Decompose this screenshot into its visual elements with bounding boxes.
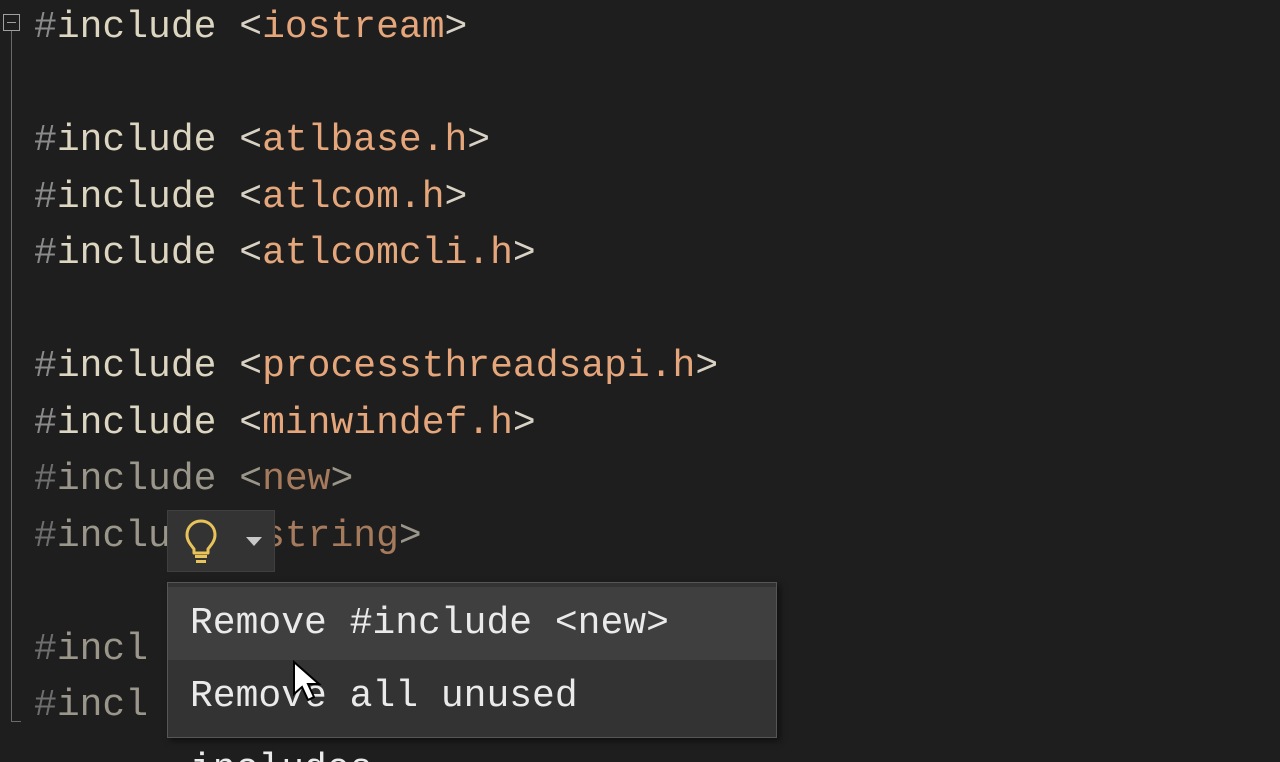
hash-token: # bbox=[34, 402, 57, 445]
directive-token: include bbox=[57, 176, 217, 219]
directive-token: include bbox=[57, 402, 217, 445]
directive-token: incl bbox=[57, 684, 148, 727]
directive-token: include bbox=[57, 345, 217, 388]
angle-close: > bbox=[513, 402, 536, 445]
code-editor[interactable]: #include <iostream> #include <atlbase.h>… bbox=[0, 0, 1280, 762]
hash-token: # bbox=[34, 176, 57, 219]
header-token: atlcomcli.h bbox=[262, 232, 513, 275]
angle-close: > bbox=[399, 515, 422, 558]
angle-close: > bbox=[445, 176, 468, 219]
quick-actions-menu: Remove #include <new> Remove all unused … bbox=[167, 582, 777, 738]
header-token: new bbox=[262, 458, 330, 501]
header-token: atlbase.h bbox=[262, 119, 467, 162]
angle-open: < bbox=[216, 402, 262, 445]
code-line-blank[interactable] bbox=[34, 283, 718, 340]
code-line-unused[interactable]: #include <new> bbox=[34, 452, 718, 509]
minus-icon bbox=[7, 22, 16, 23]
hash-token: # bbox=[34, 6, 57, 49]
menu-item-label: Remove #include <new> bbox=[190, 602, 669, 645]
code-line[interactable]: #include <atlbase.h> bbox=[34, 113, 718, 170]
hash-token: # bbox=[34, 119, 57, 162]
lightbulb-icon bbox=[168, 511, 234, 571]
code-line-unused[interactable]: #include <string> bbox=[34, 509, 718, 566]
hash-token: # bbox=[34, 628, 57, 671]
hash-token: # bbox=[34, 684, 57, 727]
angle-close: > bbox=[695, 345, 718, 388]
gutter bbox=[0, 0, 30, 762]
angle-open: < bbox=[216, 6, 262, 49]
code-line[interactable]: #include <iostream> bbox=[34, 0, 718, 57]
quick-action-remove-all[interactable]: Remove all unused includes bbox=[168, 660, 776, 733]
menu-item-label: Remove all unused includes bbox=[190, 675, 578, 762]
angle-close: > bbox=[330, 458, 353, 501]
quick-action-remove-single[interactable]: Remove #include <new> bbox=[168, 587, 776, 660]
fold-guide-line bbox=[11, 31, 12, 721]
directive-token: include bbox=[57, 119, 217, 162]
angle-open: < bbox=[216, 176, 262, 219]
fold-collapse-icon[interactable] bbox=[3, 14, 20, 31]
code-line-blank[interactable] bbox=[34, 57, 718, 114]
chevron-down-icon bbox=[234, 511, 274, 571]
directive-token: include bbox=[57, 232, 217, 275]
header-token: string bbox=[262, 515, 399, 558]
hash-token: # bbox=[34, 345, 57, 388]
directive-token: include bbox=[57, 458, 217, 501]
directive-token: include bbox=[57, 6, 217, 49]
angle-open: < bbox=[216, 345, 262, 388]
code-line[interactable]: #include <minwindef.h> bbox=[34, 396, 718, 453]
hash-token: # bbox=[34, 515, 57, 558]
angle-close: > bbox=[467, 119, 490, 162]
angle-open: < bbox=[216, 119, 262, 162]
angle-close: > bbox=[513, 232, 536, 275]
directive-token: incl bbox=[57, 628, 148, 671]
header-token: minwindef.h bbox=[262, 402, 513, 445]
header-token: iostream bbox=[262, 6, 444, 49]
code-line[interactable]: #include <processthreadsapi.h> bbox=[34, 339, 718, 396]
angle-open: < bbox=[216, 458, 262, 501]
quick-actions-button[interactable] bbox=[167, 510, 275, 572]
header-token: processthreadsapi.h bbox=[262, 345, 695, 388]
header-token: atlcom.h bbox=[262, 176, 444, 219]
fold-guide-end bbox=[11, 721, 21, 722]
angle-open: < bbox=[216, 232, 262, 275]
code-line[interactable]: #include <atlcomcli.h> bbox=[34, 226, 718, 283]
angle-close: > bbox=[445, 6, 468, 49]
hash-token: # bbox=[34, 458, 57, 501]
hash-token: # bbox=[34, 232, 57, 275]
code-line[interactable]: #include <atlcom.h> bbox=[34, 170, 718, 227]
